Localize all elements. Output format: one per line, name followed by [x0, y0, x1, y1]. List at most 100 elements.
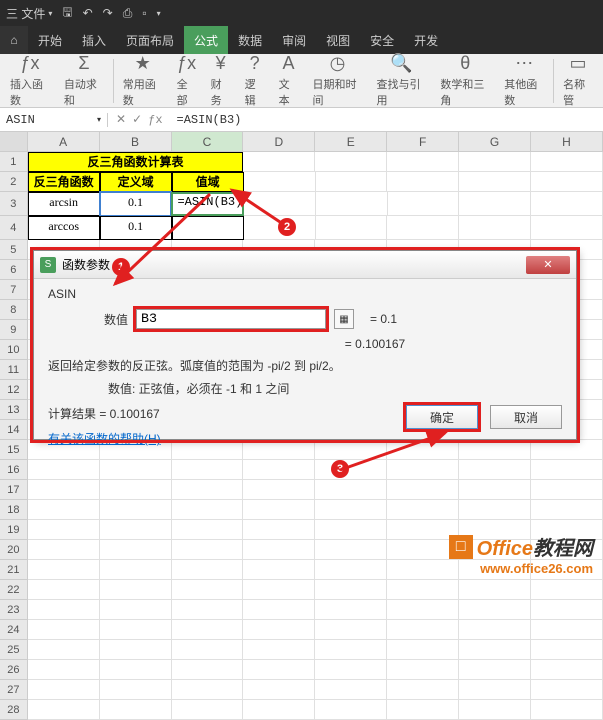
tab-insert[interactable]: 插入: [72, 26, 116, 54]
question-icon: ?: [250, 53, 260, 74]
chevron-down-icon[interactable]: ▾: [157, 9, 161, 18]
table-header[interactable]: 值域: [172, 172, 244, 192]
all-fn-button[interactable]: ƒx全部: [171, 53, 203, 108]
insert-function-button[interactable]: ƒx插入函数: [4, 53, 56, 108]
row-header[interactable]: 5: [0, 240, 28, 260]
ok-button[interactable]: 确定: [406, 405, 478, 429]
fx-icon[interactable]: ƒx: [148, 113, 162, 127]
preview-icon[interactable]: ▫: [142, 6, 146, 20]
row-header[interactable]: 17: [0, 480, 28, 500]
tab-review[interactable]: 审阅: [272, 26, 316, 54]
ribbon: ƒx插入函数 Σ自动求和 ★常用函数 ƒx全部 ¥财务 ?逻辑 A文本 ◷日期和…: [0, 54, 603, 108]
col-header[interactable]: F: [387, 132, 459, 151]
cancel-formula-icon[interactable]: ✕: [116, 112, 126, 127]
formula-input[interactable]: =ASIN(B3): [171, 113, 603, 127]
row-header[interactable]: 22: [0, 580, 28, 600]
col-header[interactable]: E: [315, 132, 387, 151]
watermark-url: www.office26.com: [449, 561, 593, 576]
row-header[interactable]: 28: [0, 700, 28, 720]
formula-bar: ASIN▾ ✕ ✓ ƒx =ASIN(B3): [0, 108, 603, 132]
row-header[interactable]: 15: [0, 440, 28, 460]
row-header[interactable]: 7: [0, 280, 28, 300]
column-headers: A B C D E F G H: [0, 132, 603, 152]
star-icon: ★: [135, 53, 151, 74]
row-header[interactable]: 27: [0, 680, 28, 700]
text-fn-button[interactable]: A文本: [273, 53, 305, 108]
math-fn-button[interactable]: θ数学和三角: [434, 53, 496, 108]
logic-fn-button[interactable]: ?逻辑: [239, 53, 271, 108]
row-header[interactable]: 6: [0, 260, 28, 280]
col-header[interactable]: H: [531, 132, 603, 151]
help-link[interactable]: 有关该函数的帮助(H): [48, 432, 161, 446]
title-bar: 三 文件▾ 🖫 ↶ ↷ ⎙ ▫ ▾: [0, 0, 603, 26]
accept-formula-icon[interactable]: ✓: [132, 112, 142, 127]
row-header[interactable]: 20: [0, 540, 28, 560]
datetime-fn-button[interactable]: ◷日期和时间: [307, 53, 369, 108]
row-header[interactable]: 9: [0, 320, 28, 340]
name-manager-button[interactable]: ▭名称管: [557, 53, 599, 108]
fx-icon: ƒx: [20, 53, 39, 74]
select-all-corner[interactable]: [0, 132, 28, 151]
col-header[interactable]: D: [243, 132, 315, 151]
finance-fn-button[interactable]: ¥财务: [205, 53, 237, 108]
col-header[interactable]: G: [459, 132, 531, 151]
tab-layout[interactable]: 页面布局: [116, 26, 184, 54]
save-icon[interactable]: 🖫: [62, 3, 72, 24]
row-header[interactable]: 14: [0, 420, 28, 440]
lookup-fn-button[interactable]: 🔍查找与引用: [370, 53, 432, 108]
row-header[interactable]: 3: [0, 192, 28, 216]
table-header[interactable]: 反三角函数: [28, 172, 100, 192]
autosum-button[interactable]: Σ自动求和: [58, 53, 110, 108]
spreadsheet-grid[interactable]: 1 反三角函数计算表 2 反三角函数 定义域 值域 3 arcsin 0.1 =…: [0, 152, 603, 240]
row-header[interactable]: 16: [0, 460, 28, 480]
file-menu[interactable]: 三 文件▾: [6, 5, 52, 22]
cell-a4[interactable]: arccos: [28, 216, 100, 240]
function-description: 返回给定参数的反正弦。弧度值的范围为 -pi/2 到 pi/2。: [48, 357, 562, 374]
undo-icon[interactable]: ↶: [83, 6, 93, 20]
tab-formula[interactable]: 公式: [184, 26, 228, 54]
redo-icon[interactable]: ↷: [103, 6, 113, 20]
row-header[interactable]: 11: [0, 360, 28, 380]
cell-a3[interactable]: arcsin: [28, 192, 100, 216]
row-header[interactable]: 19: [0, 520, 28, 540]
dialog-title: 函数参数: [62, 256, 110, 273]
row-header[interactable]: 2: [0, 172, 28, 192]
cancel-button[interactable]: 取消: [490, 405, 562, 429]
name-box[interactable]: ASIN▾: [0, 113, 108, 127]
tab-view[interactable]: 视图: [316, 26, 360, 54]
col-header[interactable]: A: [28, 132, 100, 151]
app-icon: S: [40, 257, 56, 273]
cell-c3-active[interactable]: =ASIN(B3): [171, 192, 243, 216]
tab-data[interactable]: 数据: [228, 26, 272, 54]
row-header[interactable]: 23: [0, 600, 28, 620]
home-icon[interactable]: ⌂: [0, 26, 28, 54]
tab-security[interactable]: 安全: [360, 26, 404, 54]
common-fn-button[interactable]: ★常用函数: [117, 53, 169, 108]
row-header[interactable]: 13: [0, 400, 28, 420]
print-icon[interactable]: ⎙: [123, 6, 133, 21]
tab-start[interactable]: 开始: [28, 26, 72, 54]
cell-c4[interactable]: [172, 216, 244, 240]
row-header[interactable]: 21: [0, 560, 28, 580]
row-header[interactable]: 4: [0, 216, 28, 240]
col-header[interactable]: B: [100, 132, 172, 151]
row-header[interactable]: 18: [0, 500, 28, 520]
col-header[interactable]: C: [172, 132, 244, 151]
param-input[interactable]: [136, 309, 326, 329]
row-header[interactable]: 25: [0, 640, 28, 660]
row-header[interactable]: 12: [0, 380, 28, 400]
range-selector-button[interactable]: ▦: [334, 309, 354, 329]
row-header[interactable]: 1: [0, 152, 28, 172]
close-button[interactable]: ✕: [526, 256, 570, 274]
row-header[interactable]: 26: [0, 660, 28, 680]
cell-b4[interactable]: 0.1: [100, 216, 172, 240]
tab-dev[interactable]: 开发: [404, 26, 448, 54]
cell-b3[interactable]: 0.1: [100, 192, 172, 216]
row-header[interactable]: 8: [0, 300, 28, 320]
table-header[interactable]: 定义域: [100, 172, 172, 192]
param-result: = 0.1: [370, 312, 397, 326]
table-title[interactable]: 反三角函数计算表: [28, 152, 244, 172]
row-header[interactable]: 10: [0, 340, 28, 360]
row-header[interactable]: 24: [0, 620, 28, 640]
other-fn-button[interactable]: ⋯其他函数: [498, 53, 550, 108]
